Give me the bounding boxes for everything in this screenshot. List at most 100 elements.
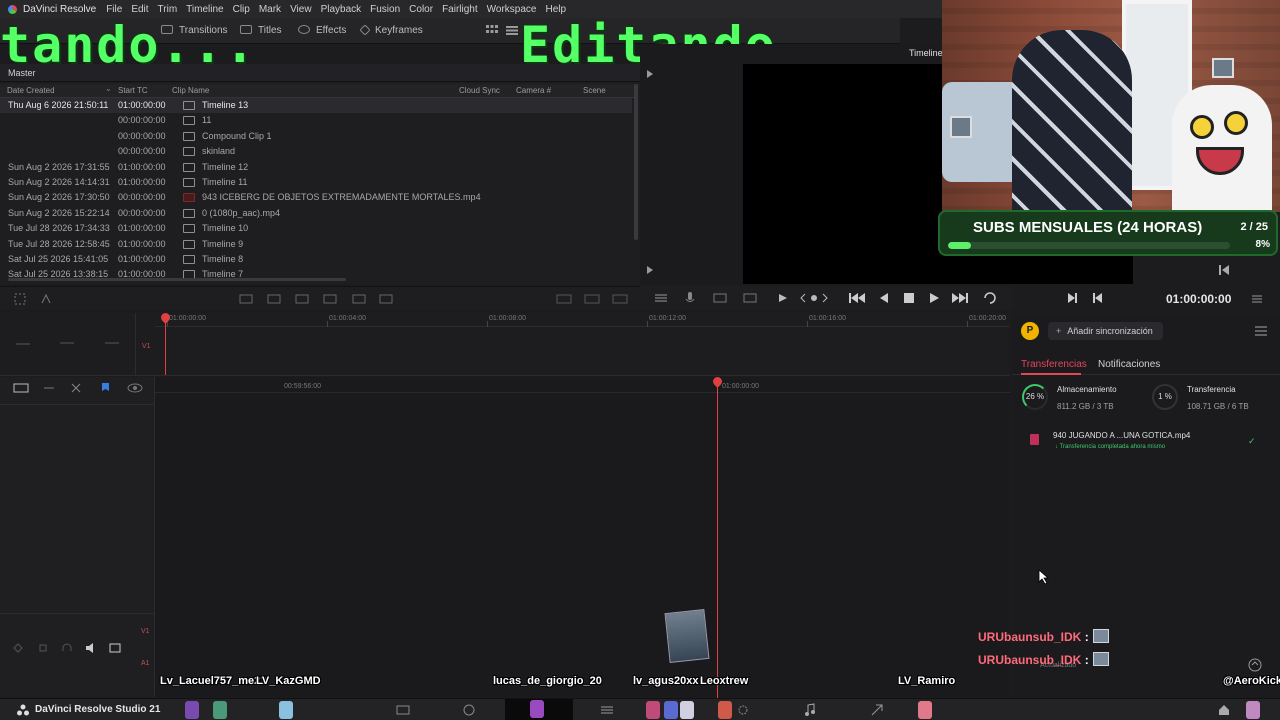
razor-icon[interactable] [70,382,82,397]
link-icon[interactable] [42,382,56,397]
menu-fusion[interactable]: Fusion [370,4,400,15]
clip-row[interactable]: Thu Aug 6 2026 21:50:11 01:00:00:00 Timeli… [0,98,632,113]
expand-arrow-icon[interactable] [647,266,653,274]
add-sync-button[interactable]: + Añadir sincronización [1048,322,1163,340]
zoom-custom-icon[interactable] [611,293,629,308]
menu-file[interactable]: File [106,4,122,15]
tab-notifications[interactable]: Notificaciones [1098,359,1160,370]
menu-help[interactable]: Help [545,4,566,15]
menu-clip[interactable]: Clip [233,4,250,15]
lock-icon[interactable] [13,643,23,656]
clip-row[interactable]: 00:00:00:00 Compound Clip 1 [0,129,632,144]
zoom-full-icon[interactable] [555,293,573,308]
column-cloud-sync[interactable]: Cloud Sync [459,86,500,95]
horizontal-scrollbar[interactable] [8,278,346,281]
menu-workspace[interactable]: Workspace [487,4,537,15]
clip-row[interactable]: Tue Jul 28 2026 17:34:33 01:00:00:00 Timel… [0,221,632,236]
column-scene[interactable]: Scene [583,86,606,95]
eye-icon[interactable] [127,383,143,396]
go-to-start-icon[interactable] [848,292,866,307]
fusion-page-icon[interactable] [600,704,614,719]
flag-icon[interactable] [742,292,758,307]
replace-clip-icon[interactable] [293,293,311,308]
audio-mixer-icon[interactable] [654,292,668,307]
headphones-icon[interactable] [61,643,73,656]
home-icon[interactable] [1218,704,1230,719]
tab-transfers[interactable]: Transferencias [1021,359,1087,370]
next-clip-icon[interactable] [1066,292,1078,307]
track-tool-2-icon[interactable] [59,337,75,352]
clip-row[interactable]: Sun Aug 2 2026 15:22:14 00:00:00:00 0 (108… [0,206,632,221]
sort-chevron-icon[interactable]: ⌄ [105,84,112,93]
vertical-scrollbar[interactable] [634,84,638,240]
menu-mark[interactable]: Mark [259,4,281,15]
speaker-icon[interactable] [85,643,97,656]
prev-clip-icon[interactable] [1092,292,1104,307]
main-timeline[interactable]: 00:59:56:00 01:00:00:00 [155,377,1010,697]
stop-icon[interactable] [903,292,915,307]
column-date-created[interactable]: Date Created [7,86,55,95]
trim-tool-icon[interactable] [40,293,52,308]
media-page-icon[interactable] [396,704,410,719]
column-start-tc[interactable]: Start TC [118,86,148,95]
timeline-ruler[interactable]: 01:00:00:00 01:00:04:00 01:00:08:00 01:00:1… [155,313,1010,327]
column-camera[interactable]: Camera # [516,86,551,95]
marker-icon[interactable] [712,292,728,307]
zoom-detail-icon[interactable] [583,293,601,308]
flag-marker-icon[interactable] [101,382,111,397]
go-to-end-icon[interactable] [951,292,969,307]
menu-trim[interactable]: Trim [158,4,178,15]
main-playhead[interactable] [717,384,718,698]
snap-icon[interactable] [13,382,29,397]
step-back-icon[interactable] [878,292,890,307]
menu-timeline[interactable]: Timeline [186,4,223,15]
append-icon[interactable] [350,293,368,308]
column-clip-name[interactable]: Clip Name [172,86,209,95]
menu-color[interactable]: Color [409,4,433,15]
track-menu-icon[interactable] [109,643,121,656]
viewer-collapse-icon[interactable] [1219,265,1229,278]
menu-playback[interactable]: Playback [321,4,362,15]
effects-button[interactable]: Effects [298,25,346,36]
transfer-file-name[interactable]: 940 JUGANDO A ...UNA GOTICA.mp4 [1053,431,1190,440]
deliver-page-icon[interactable] [870,703,884,720]
upper-playhead[interactable] [165,319,166,375]
bin-name[interactable]: Master [8,68,36,78]
app-name[interactable]: DaVinci Resolve [23,4,96,15]
viewer-menu-icon[interactable] [1252,294,1262,306]
clip-row[interactable]: Sun Aug 2 2026 17:30:50 00:00:00:00 943 IC… [0,190,632,205]
clip-row[interactable]: 00:00:00:00 skinland [0,144,632,159]
track-tool-icon[interactable] [15,339,31,352]
list-view-icon[interactable] [506,26,518,38]
grid-view-icon[interactable] [486,25,498,38]
panel-menu-icon[interactable] [1255,326,1267,339]
clip-row[interactable]: Sat Jul 25 2026 15:41:05 01:00:00:00 Timel… [0,252,632,267]
select-tool-icon[interactable] [14,293,26,308]
keyframes-button[interactable]: Keyframes [359,24,423,36]
clip-row[interactable]: Sun Aug 2 2026 17:31:55 01:00:00:00 Timeli… [0,160,632,175]
jog-prev-icon[interactable] [800,292,828,307]
clip-row[interactable]: Tue Jul 28 2026 12:58:45 01:00:00:00 Timel… [0,237,632,252]
play-reverse-small-icon[interactable] [777,293,789,306]
insert-clip-icon[interactable] [237,293,255,308]
place-on-top-icon[interactable] [321,293,339,308]
sync-icon[interactable] [1248,658,1262,675]
track-tool-3-icon[interactable] [104,337,120,352]
menu-edit[interactable]: Edit [131,4,148,15]
microphone-icon[interactable] [684,291,696,308]
user-avatar[interactable]: P [1021,322,1039,340]
clip-row[interactable]: Sun Aug 2 2026 14:14:31 01:00:00:00 Timeli… [0,175,632,190]
viewer-timecode[interactable]: 01:00:00:00 [1166,292,1231,306]
dragged-clip-thumbnail[interactable] [664,609,710,663]
menu-view[interactable]: View [290,4,312,15]
collapse-arrow-icon[interactable] [647,70,653,78]
color-page-icon[interactable] [736,704,750,719]
play-icon[interactable] [928,292,940,307]
auto-select-icon[interactable] [38,643,48,656]
ripple-icon[interactable] [377,293,395,308]
overwrite-clip-icon[interactable] [265,293,283,308]
clip-row[interactable]: 00:00:00:00 11 [0,113,632,128]
cut-page-icon[interactable] [462,704,476,719]
fairlight-page-icon[interactable] [804,703,816,720]
loop-icon[interactable] [982,291,998,308]
